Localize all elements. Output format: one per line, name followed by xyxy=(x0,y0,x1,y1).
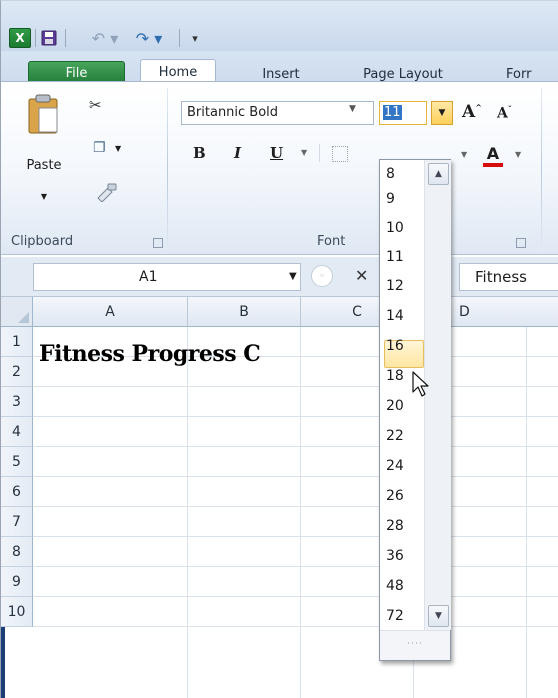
name-box-value: A1 xyxy=(139,269,158,285)
column-header-b[interactable]: B xyxy=(188,297,301,327)
chevron-down-icon[interactable]: ▼ xyxy=(461,150,467,159)
name-box[interactable]: A1 ▼ xyxy=(33,263,301,291)
scroll-circle-icon[interactable]: ◦ xyxy=(311,265,333,287)
row-header-8[interactable]: 8 xyxy=(1,537,33,567)
row-header-5[interactable]: 5 xyxy=(1,447,33,477)
clipboard-group-label: Clipboard xyxy=(11,234,74,249)
font-size-option[interactable]: 36 xyxy=(380,544,424,570)
paste-label: Paste xyxy=(26,158,62,173)
font-name-select[interactable]: Britannic Bold xyxy=(181,101,374,125)
format-painter-icon[interactable] xyxy=(94,182,118,202)
undo-icon[interactable]: ↶ ▾ xyxy=(85,27,125,49)
cut-icon[interactable]: ✂ xyxy=(89,96,102,114)
gridline xyxy=(33,476,558,477)
gridline xyxy=(300,327,301,698)
divider xyxy=(35,29,36,47)
italic-button[interactable]: I xyxy=(234,144,241,162)
divider xyxy=(65,29,66,47)
gridline xyxy=(33,536,558,537)
row-header-9[interactable]: 9 xyxy=(1,567,33,597)
gridline xyxy=(33,626,558,627)
font-size-value: 11 xyxy=(383,105,402,120)
font-size-option[interactable]: 26 xyxy=(380,484,424,510)
gridline xyxy=(526,327,527,698)
ribbon-tabs: File Home Insert Page Layout Forr xyxy=(1,51,558,85)
font-size-option[interactable]: 9 xyxy=(380,187,424,213)
ribbon-home: Paste ▼ ✂ ❐ ▼ Clipboard Britannic Bold ▼… xyxy=(1,81,558,255)
chevron-down-icon[interactable]: ▼ xyxy=(9,192,79,201)
select-all-corner[interactable] xyxy=(1,297,33,327)
clipboard-launcher-icon[interactable] xyxy=(153,238,163,248)
font-size-option[interactable]: 11 xyxy=(380,245,424,271)
borders-icon[interactable] xyxy=(332,146,348,162)
column-header-a[interactable]: A xyxy=(33,297,188,327)
chevron-down-icon[interactable]: ▼ xyxy=(301,148,307,157)
redo-icon[interactable]: ↷ ▾ xyxy=(129,27,169,49)
gridline xyxy=(33,416,558,417)
worksheet-grid: A B C D 1 2 3 4 5 6 7 8 9 10 Fitness Pro… xyxy=(1,297,558,698)
font-size-dropdown: 8 9 10 11 12 14 16 18 20 22 24 26 28 36 … xyxy=(379,159,451,661)
excel-logo-icon[interactable]: X xyxy=(9,28,31,48)
divider xyxy=(179,29,180,47)
font-size-input[interactable]: 11 xyxy=(379,101,427,125)
quick-access-toolbar: X ↶ ▾ ↷ ▾ ▾ xyxy=(1,1,558,51)
grow-font-icon[interactable]: A^ xyxy=(462,102,482,122)
row-header-4[interactable]: 4 xyxy=(1,417,33,447)
row-header-6[interactable]: 6 xyxy=(1,477,33,507)
formula-input[interactable]: Fitness xyxy=(459,263,558,291)
gridline xyxy=(187,327,188,698)
gridline xyxy=(33,596,558,597)
row-header-1[interactable]: 1 xyxy=(1,327,33,357)
formula-bar: A1 ▼ ◦ ✕ Fitness xyxy=(1,257,558,297)
chevron-down-icon[interactable]: ▼ xyxy=(115,144,121,153)
resize-grip-icon[interactable]: ···· xyxy=(380,630,450,660)
chevron-down-icon[interactable]: ▼ xyxy=(349,104,356,114)
font-size-option[interactable]: 16 xyxy=(380,334,424,360)
font-size-option[interactable]: 72 xyxy=(380,604,424,630)
underline-button[interactable]: U xyxy=(270,144,283,162)
font-size-option[interactable]: 12 xyxy=(380,274,424,300)
cancel-icon[interactable]: ✕ xyxy=(355,266,368,285)
font-size-option[interactable]: 14 xyxy=(380,304,424,330)
mouse-pointer-icon xyxy=(412,371,429,397)
paste-icon xyxy=(28,94,58,134)
row-header-7[interactable]: 7 xyxy=(1,507,33,537)
cell-a1[interactable]: Fitness Progress C xyxy=(39,341,261,367)
font-size-option[interactable]: 24 xyxy=(380,454,424,480)
font-launcher-icon[interactable] xyxy=(516,238,526,248)
select-all-icon xyxy=(18,312,29,323)
customize-qat-icon[interactable]: ▾ xyxy=(187,27,203,49)
gridline xyxy=(33,386,558,387)
font-size-option[interactable]: 22 xyxy=(380,424,424,450)
font-group-label: Font xyxy=(317,234,346,249)
chevron-down-icon[interactable]: ▼ xyxy=(515,150,521,159)
chevron-down-icon[interactable]: ▼ xyxy=(289,271,297,282)
row-header-2[interactable]: 2 xyxy=(1,357,33,387)
font-size-option[interactable]: 8 xyxy=(380,162,424,188)
scroll-up-icon[interactable]: ▲ xyxy=(428,163,449,185)
copy-icon[interactable]: ❐ xyxy=(93,140,106,156)
shrink-font-icon[interactable]: Aˇ xyxy=(497,104,512,122)
font-size-option[interactable]: 48 xyxy=(380,574,424,600)
divider xyxy=(541,88,542,254)
bold-button[interactable]: B xyxy=(193,144,206,162)
excel-window: X ↶ ▾ ↷ ▾ ▾ File Home Insert Page Layout… xyxy=(0,0,558,698)
divider xyxy=(167,88,168,254)
font-color-button[interactable]: A xyxy=(483,144,503,167)
font-size-option[interactable]: 10 xyxy=(380,216,424,242)
gridline xyxy=(33,506,558,507)
row-header-10[interactable]: 10 xyxy=(1,597,33,627)
paste-button[interactable]: Paste ▼ xyxy=(9,88,79,208)
font-size-dropdown-button[interactable]: ▼ xyxy=(431,101,453,125)
row-header-3[interactable]: 3 xyxy=(1,387,33,417)
gridline xyxy=(33,566,558,567)
gridline xyxy=(33,446,558,447)
divider xyxy=(319,144,320,162)
font-size-option[interactable]: 28 xyxy=(380,514,424,540)
scroll-down-icon[interactable]: ▼ xyxy=(428,605,449,627)
save-icon[interactable] xyxy=(39,27,59,49)
